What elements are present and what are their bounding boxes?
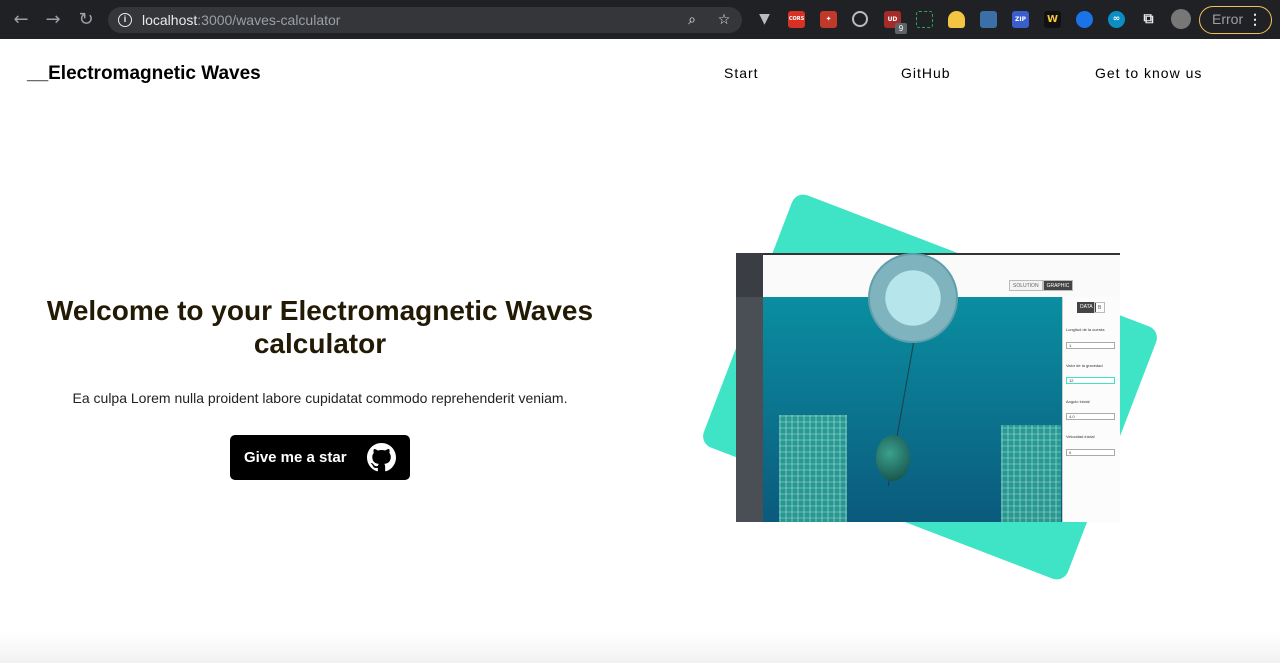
address-bar[interactable]: i localhost:3000/waves-calculator ⌕ ☆ (108, 7, 742, 33)
field-input: 0 (1066, 449, 1115, 456)
preview-sidebar (736, 253, 763, 522)
vue-devtools-icon[interactable]: ▼ (756, 11, 773, 28)
app-preview-image: SOLUTION GRAPHIC DATA B Longitud de la c… (736, 253, 1120, 522)
puzzle-extension-icon[interactable]: ✦ (820, 11, 837, 28)
nav-start[interactable]: Start (724, 65, 759, 81)
nav-github[interactable]: GitHub (901, 65, 951, 81)
nav-get-to-know-us[interactable]: Get to know us (1095, 65, 1202, 81)
infinity-extension-icon[interactable]: ∞ (1108, 11, 1125, 28)
extensions-puzzle-icon[interactable]: ⧉ (1140, 11, 1157, 28)
error-button[interactable]: Error ⋮ (1199, 6, 1272, 34)
give-star-button[interactable]: Give me a star (230, 435, 410, 480)
field-input: 1 (1066, 342, 1115, 349)
field-input: 4.0 (1066, 413, 1115, 420)
target-extension-icon[interactable] (852, 11, 868, 27)
panel-tab-data: DATA (1077, 302, 1096, 313)
reload-icon[interactable]: ↻ (75, 9, 97, 31)
field-label: Valor de la gravedad (1066, 363, 1103, 368)
bookmark-star-icon[interactable]: ☆ (715, 11, 733, 29)
building-left (779, 415, 847, 522)
field-label: Longitud de la cuerda (1066, 327, 1105, 332)
building-right (1001, 425, 1061, 522)
ghost-extension-icon[interactable] (948, 11, 965, 28)
round-extension-icon[interactable] (1076, 11, 1093, 28)
zoom-icon[interactable]: ⌕ (683, 11, 701, 29)
hero-title: Welcome to your Electromagnetic Waves ca… (46, 295, 594, 359)
menu-dots-icon[interactable]: ⋮ (1248, 7, 1262, 32)
back-icon[interactable]: ← (10, 9, 32, 31)
site-info-icon[interactable]: i (118, 13, 132, 27)
preview-tab-graphic: GRAPHIC (1042, 280, 1074, 291)
forward-icon[interactable]: → (42, 9, 64, 31)
box-extension-icon[interactable] (980, 11, 997, 28)
field-label: Angulo inicial (1066, 399, 1090, 404)
field-label: Velocidad inicial (1066, 434, 1095, 439)
extension-badge: 9 (895, 23, 907, 34)
url-text: localhost:3000/waves-calculator (142, 12, 341, 28)
pendulum-scene (763, 253, 1062, 522)
preview-data-panel: DATA B Longitud de la cuerda 1 Valor de … (1062, 297, 1120, 522)
section-divider (0, 632, 1280, 663)
pendulum-bob (876, 435, 910, 481)
field-input: 12 (1066, 377, 1115, 384)
github-icon (367, 443, 396, 472)
zip-extension-icon[interactable]: ZIP (1012, 11, 1029, 28)
give-star-label: Give me a star (244, 449, 347, 466)
preview-tabs: SOLUTION GRAPHIC (1009, 280, 1074, 291)
cors-extension-icon[interactable]: CORS (788, 11, 805, 28)
panel-tab-b: B (1094, 302, 1106, 313)
w-extension-icon[interactable]: W (1044, 11, 1061, 28)
profile-avatar[interactable] (1171, 9, 1191, 29)
site-logo[interactable]: __Electromagnetic Waves (27, 63, 261, 85)
screenshot-extension-icon[interactable] (916, 11, 933, 28)
hero-subtitle: Ea culpa Lorem nulla proident labore cup… (72, 390, 568, 406)
preview-tab-solution: SOLUTION (1009, 280, 1043, 291)
protractor (868, 253, 958, 343)
browser-toolbar: ← → ↻ i localhost:3000/waves-calculator … (0, 0, 1280, 39)
